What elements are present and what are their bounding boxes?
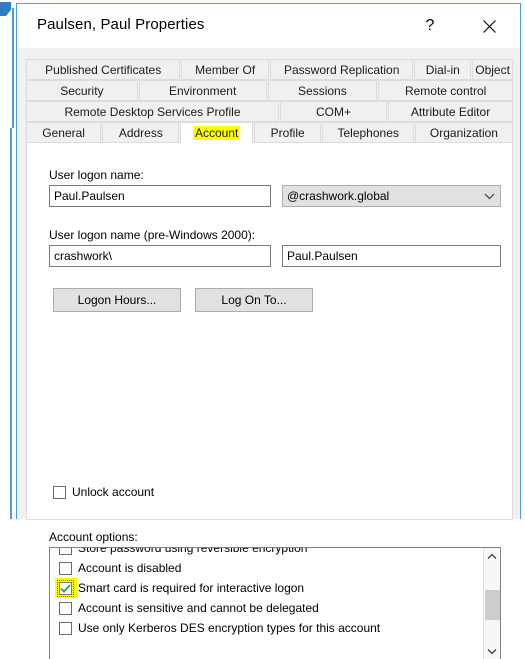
- option-label: Smart card is required for interactive l…: [78, 581, 305, 595]
- option-smart-card-is-required-for-interactive-logon[interactable]: Smart card is required for interactive l…: [55, 578, 305, 598]
- close-button[interactable]: [466, 4, 512, 48]
- chevron-down-icon: [482, 193, 496, 200]
- tab-dial-in[interactable]: Dial-in: [414, 59, 472, 80]
- pre-windows-2000-name-input[interactable]: [282, 245, 501, 267]
- option-label: Account is sensitive and cannot be deleg…: [78, 601, 319, 615]
- background-window-edge-lower[interactable]: [0, 128, 12, 519]
- option-label: Use only Kerberos DES encryption types f…: [78, 621, 381, 635]
- question-mark-icon: ?: [425, 17, 435, 34]
- checkbox-box: [53, 485, 66, 499]
- tab-published-certificates[interactable]: Published Certificates: [26, 59, 181, 80]
- upn-suffix-dropdown[interactable]: @crashwork.global: [282, 185, 501, 207]
- unlock-account-checkbox[interactable]: Unlock account: [53, 485, 154, 499]
- tab-row-1: Published Certificates Member Of Password …: [26, 59, 513, 80]
- option-label: Store password using reversible encrypti…: [78, 548, 308, 555]
- pre-windows-2000-label: User logon name (pre-Windows 2000):: [49, 228, 256, 242]
- tab-row-2: Security Environment Sessions Remote contro…: [26, 80, 513, 101]
- tab-profile[interactable]: Profile: [253, 122, 322, 143]
- checkbox-box: [59, 621, 72, 635]
- tab-strip: Published Certificates Member Of Password …: [26, 59, 513, 144]
- close-icon: [482, 19, 496, 33]
- log-on-to-button[interactable]: Log On To...: [195, 288, 313, 312]
- account-tab-panel: User logon name: @crashwork.global User …: [26, 143, 513, 659]
- tab-label: Remote Desktop Services Profile: [64, 104, 241, 119]
- tab-security[interactable]: Security: [26, 80, 138, 101]
- tab-label: Organization: [429, 125, 498, 140]
- user-properties-dialog: Paulsen, Paul Properties ? Published Cer…: [16, 3, 521, 659]
- tab-general[interactable]: General: [26, 122, 102, 143]
- tab-sessions[interactable]: Sessions: [267, 80, 378, 101]
- tab-remote-desktop-services-profile[interactable]: Remote Desktop Services Profile: [26, 101, 279, 122]
- tab-label: Address: [118, 125, 163, 140]
- tab-label: Object: [475, 62, 510, 77]
- account-options-scroll-area: Store password using reversible encrypti…: [50, 548, 483, 659]
- page-title: Paulsen, Paul Properties: [37, 16, 205, 33]
- account-options-label: Account options:: [49, 530, 138, 544]
- chevron-down-icon: [487, 649, 497, 655]
- tab-row-4: General Address Account Profile Telephones Or…: [26, 122, 513, 144]
- tab-label: COM+: [315, 104, 351, 119]
- options-scrollbar[interactable]: [483, 548, 500, 659]
- tab-object[interactable]: Object: [472, 59, 513, 80]
- scroll-down-button[interactable]: [484, 643, 500, 659]
- tab-attribute-editor[interactable]: Attribute Editor: [388, 101, 513, 122]
- background-window-edge[interactable]: [0, 8, 14, 128]
- help-button[interactable]: ?: [407, 4, 453, 48]
- option-account-is-sensitive-and-cannot-be-delegated[interactable]: Account is sensitive and cannot be deleg…: [59, 598, 319, 618]
- tab-account[interactable]: Account: [180, 122, 253, 144]
- tab-password-replication[interactable]: Password Replication: [270, 59, 414, 80]
- chevron-up-icon: [487, 553, 497, 559]
- unlock-account-label: Unlock account: [72, 485, 155, 499]
- logon-hours-button[interactable]: Logon Hours...: [53, 288, 181, 312]
- tab-label: Dial-in: [425, 62, 460, 77]
- checkbox-box: [59, 561, 72, 575]
- tab-address[interactable]: Address: [102, 122, 180, 143]
- option-account-is-disabled[interactable]: Account is disabled: [59, 558, 181, 578]
- tab-com[interactable]: COM+: [280, 101, 387, 122]
- tab-label: Member Of: [195, 62, 256, 77]
- scrollbar-thumb[interactable]: [485, 590, 500, 620]
- user-logon-name-label: User logon name:: [49, 168, 144, 182]
- tab-label: Security: [60, 83, 104, 98]
- option-use-only-kerberos-des-encryption-types-for-this-account[interactable]: Use only Kerberos DES encryption types f…: [59, 618, 380, 638]
- option-label: Account is disabled: [78, 561, 182, 575]
- title-bar[interactable]: Paulsen, Paul Properties ?: [17, 4, 520, 48]
- user-logon-name-input[interactable]: [49, 185, 271, 207]
- tab-label: Profile: [270, 125, 305, 140]
- checkmark-icon: [60, 583, 71, 593]
- checkbox-box: [57, 579, 74, 597]
- tab-organization[interactable]: Organization: [414, 122, 513, 143]
- tab-remote-control[interactable]: Remote control: [378, 80, 513, 101]
- tab-label: Password Replication: [284, 62, 400, 77]
- tab-label: Telephones: [337, 125, 399, 140]
- tab-label: Attribute Editor: [410, 104, 491, 119]
- pre-windows-2000-domain-input[interactable]: [49, 245, 271, 267]
- tab-label: Account: [192, 126, 241, 140]
- tab-label: Environment: [168, 83, 237, 98]
- tab-label: General: [42, 125, 85, 140]
- tab-environment[interactable]: Environment: [138, 80, 267, 101]
- option-store-password-using-reversible-encryption[interactable]: Store password using reversible encrypti…: [59, 548, 307, 558]
- scroll-up-button[interactable]: [484, 548, 500, 565]
- tab-label: Sessions: [298, 83, 347, 98]
- account-options-listbox[interactable]: Store password using reversible encrypti…: [49, 547, 501, 659]
- tab-row-3: Remote Desktop Services Profile COM+ Attri…: [26, 101, 513, 122]
- tab-member-of[interactable]: Member Of: [181, 59, 269, 80]
- checkbox-box: [59, 548, 72, 555]
- upn-suffix-value: @crashwork.global: [287, 189, 390, 203]
- tab-label: Remote control: [404, 83, 487, 98]
- tab-telephones[interactable]: Telephones: [322, 122, 414, 143]
- checkbox-box: [59, 601, 72, 615]
- tab-label: Published Certificates: [45, 62, 162, 77]
